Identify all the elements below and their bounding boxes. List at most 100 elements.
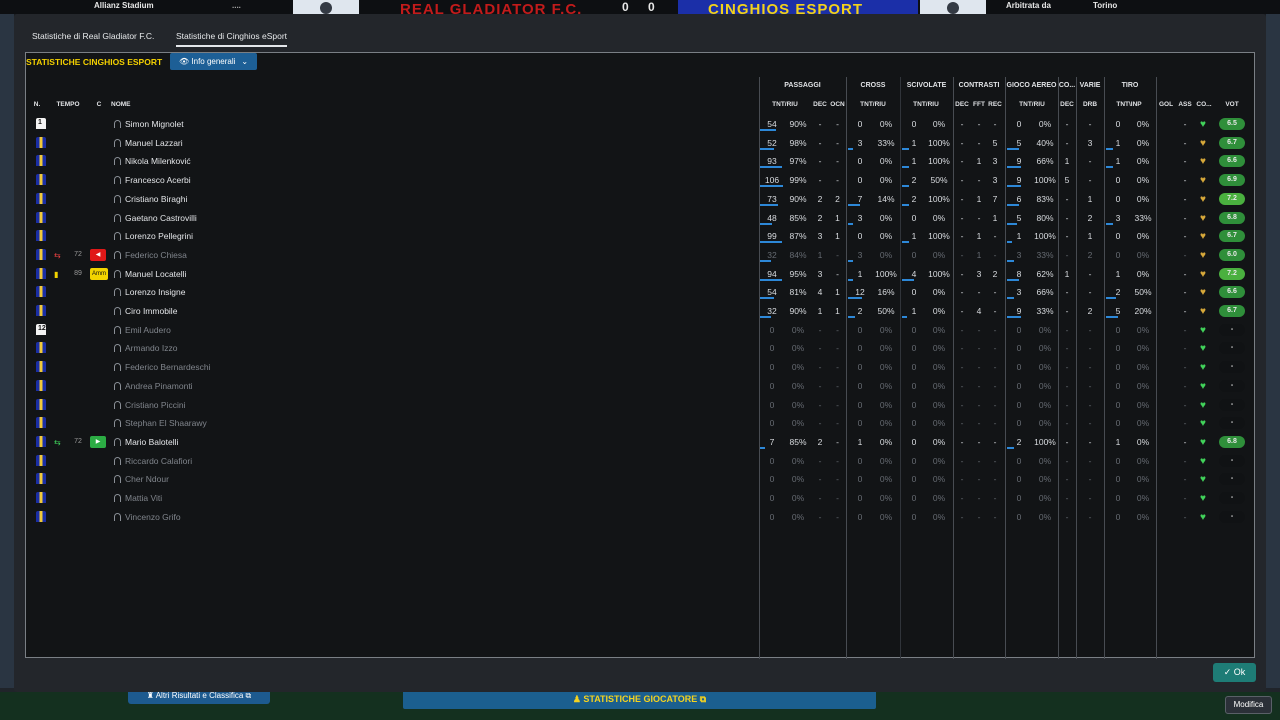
table-row[interactable]: 12 Emil Audero 0 0% - - 0 0% 0 0% - - - 0 0% - - 0 0% - ♥ -: [26, 321, 1254, 340]
table-row[interactable]: Lorenzo Insigne 54 81% 4 1 12 16% 0 0% - - -3 66% - -2…: [26, 283, 1254, 302]
player-name[interactable]: Cristiano Biraghi: [125, 194, 187, 204]
column-header-con_fft[interactable]: FFT: [971, 101, 987, 108]
player-name[interactable]: Cher Ndour: [125, 474, 169, 484]
stat-cell: -: [1183, 306, 1187, 316]
stat-cell: -: [1183, 380, 1187, 391]
column-header-cross_tr[interactable]: TNT/RIU: [856, 101, 890, 108]
stat-cell: 0%: [1136, 119, 1150, 129]
player-name[interactable]: Mario Balotelli: [125, 437, 178, 447]
table-row[interactable]: Nikola Milenković 93 97% - -0 0% 1 100% -1 3 9 66% 1…: [26, 152, 1254, 171]
table-row[interactable]: Riccardo Calafiori 0 0% - - 0 0% 0 0% - - - 0 0% - - 0 0%…: [26, 452, 1254, 471]
column-header-con_rec[interactable]: REC: [987, 101, 1003, 108]
column-header-vot[interactable]: VOT: [1220, 101, 1244, 108]
chevron-down-icon: ⌄: [241, 57, 249, 66]
away-team-name: CINGHIOS ESPORT: [678, 0, 918, 14]
heart-icon: ♥: [1200, 455, 1206, 467]
column-header-pass_dec[interactable]: DEC: [813, 101, 827, 108]
player-name[interactable]: Vincenzo Grifo: [125, 512, 181, 522]
player-name[interactable]: Emil Audero: [125, 325, 171, 335]
column-header-co_dec[interactable]: DEC: [1059, 101, 1075, 108]
stat-cell: 95%: [789, 268, 807, 279]
column-header-pass_tr[interactable]: TNT/RIU: [768, 101, 802, 108]
player-name[interactable]: Manuel Lazzari: [125, 138, 183, 148]
table-row[interactable]: ▮ 89 Amm Manuel Locatelli 94 95% 3-1 100% 4 100% -…: [26, 265, 1254, 284]
table-row[interactable]: Francesco Acerbi 106 99% - -0 0% 2 50% - -3 9 100% 5…: [26, 171, 1254, 190]
stat-cell: -: [1065, 119, 1069, 129]
stat-cell: 0: [911, 212, 917, 223]
player-name[interactable]: Gaetano Castrovilli: [125, 213, 197, 223]
view-dropdown[interactable]: 👁 Info generali ⌄: [170, 53, 257, 70]
player-name[interactable]: Nikola Milenković: [125, 156, 191, 166]
player-name[interactable]: Francesco Acerbi: [125, 175, 191, 185]
column-header-con_dec[interactable]: DEC: [955, 101, 969, 108]
table-row[interactable]: Cristiano Piccini 0 0% - - 0 0% 0 0% - - - 0 0% - - 0 0% -…: [26, 396, 1254, 415]
column-header-num[interactable]: N.: [31, 101, 43, 108]
column-header-tiro[interactable]: TNT\INP: [1111, 101, 1147, 108]
stat-cell: 0%: [932, 511, 946, 522]
stat-cell: 12: [855, 287, 865, 298]
table-row[interactable]: Vincenzo Grifo 0 0% - - 0 0% 0 0% - - - 0 0% - - 0 0% - ♥ -: [26, 508, 1254, 527]
table-row[interactable]: Federico Bernardeschi 0 0% - - 0 0% 0 0% - - - 0 0% - -…: [26, 358, 1254, 377]
table-row[interactable]: Andrea Pinamonti 0 0% - - 0 0% 0 0% - - - 0 0% - - 0 0% - ♥…: [26, 377, 1254, 396]
player-name[interactable]: Riccardo Calafiori: [125, 456, 192, 466]
column-header-drb[interactable]: DRB: [1078, 101, 1102, 108]
group-header: SCIVOLATE: [906, 82, 947, 89]
stat-cell: -: [960, 306, 964, 316]
tab-home-stats[interactable]: Statistiche di Real Gladiator F.C.: [32, 31, 154, 41]
progress-bar: [760, 446, 765, 449]
player-name[interactable]: Federico Bernardeschi: [125, 362, 211, 372]
player-name[interactable]: Mattia Viti: [125, 493, 162, 503]
table-row[interactable]: Lorenzo Pellegrini 99 87% 3 1 0 0% 1 100% -1-1 100…: [26, 227, 1254, 246]
progress-bar: [1007, 222, 1017, 225]
table-row[interactable]: Cristiano Biraghi 73 90% 2 2 7 14% 2 100% -1 7 6 83%…: [26, 190, 1254, 209]
progress-bar: [848, 222, 853, 225]
progress-bar: [848, 316, 855, 318]
player-name[interactable]: Ciro Immobile: [125, 306, 177, 316]
stat-cell: 1: [835, 306, 840, 316]
player-name[interactable]: Stephan El Shaarawy: [125, 418, 207, 428]
stat-cell: -: [1088, 175, 1092, 186]
table-row[interactable]: ⇆ 72 ◀ Federico Chiesa 32 84% 1-3 0% 0 0% -1-3 33% -…: [26, 246, 1254, 265]
player-name[interactable]: Andrea Pinamonti: [125, 381, 193, 391]
column-header-cond[interactable]: CO...: [1195, 101, 1213, 108]
ok-button[interactable]: ✓ Ok: [1213, 663, 1256, 682]
stat-cell: 5: [1016, 212, 1022, 223]
stat-cell: -: [993, 399, 997, 410]
tab-away-stats[interactable]: Statistiche di Cinghios eSport: [176, 31, 288, 47]
player-stats-button[interactable]: ♟ STATISTICHE GIOCATORE ⧉: [403, 690, 876, 709]
table-row[interactable]: Mattia Viti 0 0% - - 0 0% 0 0% - - - 0 0% - - 0 0% - ♥ -: [26, 489, 1254, 508]
column-header-sciv_tr[interactable]: TNT/RIU: [909, 101, 943, 108]
table-row[interactable]: 1 Simon Mignolet 54 90% - - 0 0% 0 0% - - - 0 0% - - 0 0% -…: [26, 115, 1254, 134]
table-row[interactable]: Manuel Lazzari 52 98% - -3 33% 1 100% - -5 5 40% -3 1…: [26, 134, 1254, 153]
column-header-pass_ocn[interactable]: OCN: [829, 101, 846, 108]
player-name[interactable]: Cristiano Piccini: [125, 400, 185, 410]
stat-cell: -: [977, 324, 981, 335]
column-header-time[interactable]: TEMPO: [56, 101, 80, 108]
stat-cell: -: [1065, 249, 1069, 260]
table-row[interactable]: Gaetano Castrovilli 48 85% 2 1 3 0% 0 0% - -1 5 80% -…: [26, 209, 1254, 228]
progress-bar: [1007, 278, 1019, 281]
player-name[interactable]: Lorenzo Insigne: [125, 287, 186, 297]
column-header-ass[interactable]: ASS: [1177, 101, 1193, 108]
player-name[interactable]: Lorenzo Pellegrini: [125, 231, 193, 241]
player-name[interactable]: Simon Mignolet: [125, 119, 184, 129]
stat-cell: 0%: [1038, 380, 1052, 391]
table-row[interactable]: Stephan El Shaarawy 0 0% - - 0 0% 0 0% - - - 0 0% - - 0 0…: [26, 414, 1254, 433]
stat-cell: 0: [1115, 362, 1121, 373]
table-row[interactable]: Armando Izzo 0 0% - - 0 0% 0 0% - - - 0 0% - - 0 0% - ♥ -: [26, 339, 1254, 358]
headphones-icon: [114, 120, 121, 128]
player-name[interactable]: Manuel Locatelli: [125, 269, 186, 279]
column-header-air_tr[interactable]: TNT/RIU: [1015, 101, 1049, 108]
table-row[interactable]: ⇆ 72 ▶ Mario Balotelli 7 85% 2-1 0% 0 0% - - -2 100% -…: [26, 433, 1254, 452]
modify-button[interactable]: Modifica: [1225, 696, 1272, 714]
stat-cell: 0: [857, 474, 863, 485]
column-header-card[interactable]: C: [94, 101, 104, 108]
stat-cell: 0: [857, 455, 863, 466]
table-row[interactable]: Cher Ndour 0 0% - - 0 0% 0 0% - - - 0 0% - - 0 0% - ♥ -: [26, 470, 1254, 489]
stat-cell: 32: [767, 306, 777, 316]
column-header-gol[interactable]: GOL: [1157, 101, 1175, 108]
table-row[interactable]: Ciro Immobile 32 90% 1 1 2 50% 1 0% - 4 - 9 33% - 2 5 20%…: [26, 302, 1254, 321]
player-name[interactable]: Federico Chiesa: [125, 250, 187, 260]
player-name[interactable]: Armando Izzo: [125, 343, 177, 353]
column-header-name[interactable]: NOME: [111, 101, 141, 108]
